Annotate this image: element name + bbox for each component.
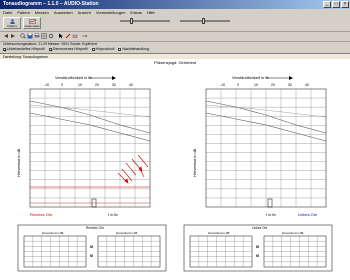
left-top-tick-4: 30 xyxy=(112,83,116,87)
checkbox-nachbehandlung-box[interactable] xyxy=(118,47,122,51)
title-bar[interactable]: Tonaudiogramm – 1.1.0 – AUDIO-Station _ … xyxy=(0,0,350,9)
right-top-tick-0: -10 xyxy=(220,83,225,87)
bottom-group-left: Rechtes Ohr Hörverlust in dB Hörverlust … xyxy=(17,224,167,272)
mini-divider-m-3: M xyxy=(256,245,259,249)
secondary-toolbar xyxy=(0,32,350,42)
main-toolbar: Patient Audiometer xyxy=(0,16,350,32)
menu-item-auswerten[interactable]: Auswerten xyxy=(54,9,73,16)
right-top-tick-5: 40 xyxy=(305,83,309,87)
back-icon[interactable] xyxy=(3,33,9,39)
arrow-icon[interactable] xyxy=(82,33,88,39)
zoom-icon[interactable] xyxy=(20,33,26,39)
mini-grid-3 xyxy=(189,235,253,268)
bottom-group-left-title: Rechtes Ohr xyxy=(86,226,105,230)
eraser-icon[interactable] xyxy=(72,33,78,39)
checkbox-unbehandelt-box[interactable] xyxy=(3,47,7,52)
menu-item-datei[interactable]: Datei xyxy=(3,9,12,16)
audiogram-right-y-label: Hörverlust in dB xyxy=(192,148,197,177)
level-slider-2-handle[interactable] xyxy=(202,18,205,24)
checkbox-gemessen-box[interactable] xyxy=(48,47,53,52)
left-top-tick-2: 10 xyxy=(78,83,82,87)
right-top-tick-4: 30 xyxy=(288,83,292,87)
audiogram-left-red-marks xyxy=(117,154,149,184)
mini-grid-1 xyxy=(23,235,87,268)
checkbox-unbehandelt[interactable]: Unbehandeltes Hörprofil xyxy=(3,47,45,52)
menu-item-hilfe[interactable]: Hilfe xyxy=(147,9,155,16)
mini-grid-2-title: Hörverlust in dB xyxy=(116,231,137,235)
audiometer-button-label: Audiometer xyxy=(24,24,40,28)
audiogram-left: Verständlichkeit in % -10 0 10 20 30 40 … xyxy=(16,75,151,217)
audiogram-right-bottom-label: f in Hz xyxy=(266,213,276,217)
checkbox-hoerprotokoll-label: Hörprotokoll xyxy=(95,47,115,51)
cursor-icon[interactable] xyxy=(58,33,64,39)
window-title: Tonaudiogramm – 1.1.0 – AUDIO-Station xyxy=(3,1,99,7)
application-window: Tonaudiogramm – 1.1.0 – AUDIO-Station _ … xyxy=(0,0,350,280)
grid-icon[interactable] xyxy=(41,33,47,39)
audiogram-canvas: Präsenzjagd: Gehörtest Verständlichkeit … xyxy=(0,59,350,280)
menu-item-patient[interactable]: Patient xyxy=(17,9,29,16)
menu-bar: Datei Patient Messen Auswerten Ansicht V… xyxy=(0,9,350,16)
checkbox-unbehandelt-label: Unbehandeltes Hörprofil xyxy=(7,47,45,51)
display-options: Unbehandeltes Hörprofil Gemessenes Hörpr… xyxy=(3,47,149,52)
left-top-tick-0: -10 xyxy=(44,83,49,87)
arrow-right-icon xyxy=(289,76,293,80)
mini-grid-4-title: Hörverlust in dB xyxy=(282,231,303,235)
checkbox-gemessen-label: Gemessenes Hörprofil xyxy=(52,47,88,51)
menu-item-ansicht[interactable]: Ansicht xyxy=(78,9,91,16)
left-top-tick-5: 40 xyxy=(129,83,133,87)
session-info: Untersuchungsdatum: 21.09 Messer: 0001 S… xyxy=(3,42,98,46)
left-top-tick-1: 0 xyxy=(61,83,63,87)
mini-divider-m-2: M xyxy=(90,254,93,258)
audiogram-left-bottom-label: f in Hz xyxy=(108,213,118,217)
mini-divider-m-1: M xyxy=(90,245,93,249)
audiometer-button[interactable]: Audiometer xyxy=(23,17,41,29)
close-button[interactable]: × xyxy=(341,1,349,8)
level-slider-2[interactable] xyxy=(180,18,230,24)
print-icon[interactable] xyxy=(34,33,40,39)
left-top-tick-3: 20 xyxy=(95,83,99,87)
audiogram-left-y-label: Hörverlust in dB xyxy=(16,148,21,177)
bottom-group-right: Linkes Ohr Hörverlust in dB Hörverlust i… xyxy=(183,224,333,272)
bottom-group-right-title: Linkes Ohr xyxy=(252,226,268,230)
audiogram-drawing: Verständlichkeit in % -10 0 10 20 30 40 … xyxy=(16,75,333,272)
checkbox-hoerprotokoll[interactable]: Hörprotokoll xyxy=(91,47,115,51)
settings-icon[interactable] xyxy=(48,33,54,39)
menu-item-messen[interactable]: Messen xyxy=(35,9,49,16)
audiogram-right-marker xyxy=(267,198,273,208)
audiogram-right-grid xyxy=(205,88,327,208)
mini-grid-1-title: Hörverlust in dB xyxy=(42,231,63,235)
patient-button-label: Patient xyxy=(7,24,17,28)
mini-grid-3-title: Hörverlust in dB xyxy=(208,231,229,235)
maximize-button[interactable]: □ xyxy=(332,1,340,8)
save-icon[interactable] xyxy=(27,33,33,39)
audiogram-left-ear-label: Rechtes Ohr xyxy=(30,212,53,217)
checkbox-nachbehandlung[interactable]: Nachbehandlung xyxy=(118,47,149,51)
menu-item-extras[interactable]: Extras xyxy=(130,9,141,16)
menu-item-voreinstellungen[interactable]: Voreinstellungen xyxy=(96,9,126,16)
audiogram-left-top-axis-label: Verständlichkeit in % xyxy=(55,75,92,80)
audiogram-left-grid xyxy=(29,88,151,208)
mini-grid-2 xyxy=(97,235,161,268)
arrow-right-icon xyxy=(112,76,116,80)
level-slider-1-handle[interactable] xyxy=(130,18,133,24)
checkbox-nachbehandlung-label: Nachbehandlung xyxy=(122,47,149,51)
audiogram-right-top-axis-label: Verständlichkeit in % xyxy=(232,75,269,80)
checkbox-hoerprotokoll-box[interactable] xyxy=(91,47,95,51)
minimize-button[interactable]: _ xyxy=(323,1,331,8)
mini-grid-4 xyxy=(263,235,327,268)
right-top-tick-1: 0 xyxy=(237,83,239,87)
forward-icon[interactable] xyxy=(10,33,16,39)
right-top-tick-3: 20 xyxy=(271,83,275,87)
right-top-tick-2: 10 xyxy=(254,83,258,87)
pen-icon[interactable] xyxy=(65,33,71,39)
checkbox-gemessen[interactable]: Gemessenes Hörprofil xyxy=(48,47,88,52)
audiogram-right: Verständlichkeit in % -10 0 10 20 30 40 … xyxy=(192,75,327,217)
level-slider-1[interactable] xyxy=(120,18,170,24)
audiogram-right-ear-label: Linkes Ohr xyxy=(298,212,318,217)
patient-button[interactable]: Patient xyxy=(3,17,21,29)
mini-divider-m-4: M xyxy=(256,254,259,258)
